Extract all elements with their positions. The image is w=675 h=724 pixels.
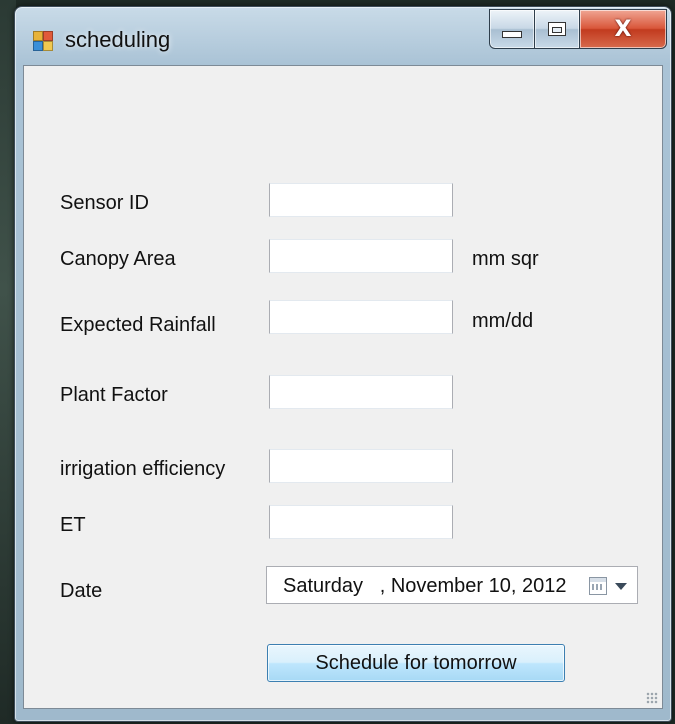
close-button[interactable]: X xyxy=(580,9,667,49)
title-bar[interactable]: scheduling X xyxy=(15,7,671,63)
window-title: scheduling xyxy=(65,27,171,52)
resize-grip[interactable] xyxy=(646,692,658,704)
plant-factor-input[interactable] xyxy=(269,375,453,409)
expected-rainfall-unit: mm/dd xyxy=(472,310,534,332)
calendar-icon[interactable] xyxy=(589,577,607,595)
date-label: Date xyxy=(60,580,103,602)
schedule-for-tomorrow-button[interactable]: Schedule for tomorrow xyxy=(267,644,565,682)
scheduling-window: scheduling X Sensor ID Canopy Area mm sq… xyxy=(14,6,672,722)
minimize-button[interactable] xyxy=(489,9,535,49)
form-client-area: Sensor ID Canopy Area mm sqr Expected Ra… xyxy=(23,65,663,709)
irrigation-efficiency-input[interactable] xyxy=(269,449,453,483)
et-label: ET xyxy=(60,514,86,536)
et-input[interactable] xyxy=(269,505,453,539)
sensor-id-label: Sensor ID xyxy=(60,192,149,214)
form-window-icon[interactable] xyxy=(33,31,53,51)
maximize-button[interactable] xyxy=(535,9,580,49)
expected-rainfall-input[interactable] xyxy=(269,300,453,334)
date-value: Saturday , November 10, 2012 xyxy=(283,575,567,597)
caption-buttons: X xyxy=(489,9,667,49)
sensor-id-input[interactable] xyxy=(269,183,453,217)
plant-factor-label: Plant Factor xyxy=(60,384,168,406)
date-picker[interactable]: Saturday , November 10, 2012 xyxy=(266,566,638,604)
minimize-icon xyxy=(502,30,522,38)
canopy-area-label: Canopy Area xyxy=(60,248,176,270)
expected-rainfall-label: Expected Rainfall xyxy=(60,314,216,336)
canopy-area-unit: mm sqr xyxy=(472,248,539,270)
chevron-down-icon[interactable] xyxy=(615,583,627,590)
maximize-icon xyxy=(548,22,566,36)
canopy-area-input[interactable] xyxy=(269,239,453,273)
irrigation-efficiency-label: irrigation efficiency xyxy=(60,458,226,480)
close-icon: X xyxy=(614,16,632,42)
